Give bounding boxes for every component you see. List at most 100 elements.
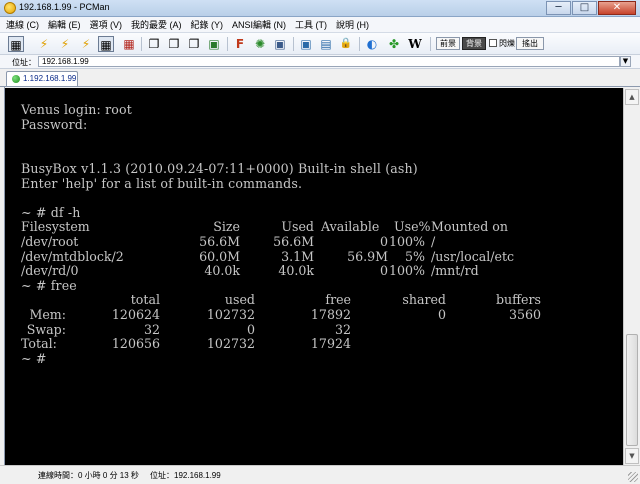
scroll-thumb[interactable]	[626, 334, 638, 446]
menu-tools[interactable]: 工具 (T)	[295, 18, 327, 31]
chevron-down-icon[interactable]: ▼	[620, 56, 631, 67]
free-cell: 102732	[206, 336, 255, 351]
maximize-button[interactable]: □	[572, 1, 597, 15]
menu-favorites[interactable]: 我的最愛 (A)	[131, 18, 182, 31]
df-cell: 0	[379, 234, 388, 249]
menu-bar: 連線 (C) 編輯 (E) 選項 (V) 我的最愛 (A) 紀錄 (Y) ANS…	[0, 17, 640, 33]
monitor-icon[interactable]: ▣	[298, 36, 314, 52]
minimize-button[interactable]: ─	[546, 1, 571, 15]
df-cell: /dev/rd/0	[21, 263, 79, 278]
gear-icon[interactable]: ✺	[252, 36, 268, 52]
lightning-icon[interactable]: ⚡	[57, 36, 73, 52]
terminal-line: BusyBox v1.1.3 (2010.09.24-07:11+0000) B…	[21, 161, 418, 176]
blink-checkbox[interactable]	[489, 39, 497, 47]
df-header-size: Size	[213, 219, 240, 234]
free-header-total: total	[130, 292, 160, 307]
free-cell: 17892	[310, 307, 351, 322]
tab-session[interactable]: 1.192.168.1.99	[6, 71, 78, 86]
terminal-prompt: ~ #	[21, 351, 47, 366]
menu-connection[interactable]: 連線 (C)	[6, 18, 39, 31]
free-cell: 120656	[111, 336, 160, 351]
paste-icon[interactable]: ❐	[166, 36, 182, 52]
blink-label: 閃爍	[499, 39, 515, 48]
free-cell: Total:	[21, 336, 57, 351]
df-cell: 40.0k	[204, 263, 240, 278]
connect-icon[interactable]: ▦	[8, 36, 24, 52]
df-cell: /dev/root	[21, 234, 79, 249]
cut-icon[interactable]: ▦	[121, 36, 137, 52]
df-header-mounted: Mounted on	[431, 219, 508, 234]
clover-icon[interactable]: ✤	[386, 36, 402, 52]
vertical-scrollbar[interactable]: ▲ ▼	[623, 88, 640, 465]
df-cell: 100%	[388, 234, 425, 249]
browser-icon[interactable]: ◐	[364, 36, 380, 52]
scroll-down-icon[interactable]: ▼	[625, 448, 639, 464]
terminal-line: Enter 'help' for a list of built-in comm…	[21, 176, 303, 191]
df-cell: 3.1M	[281, 249, 314, 264]
foreground-button[interactable]: 前景	[436, 37, 460, 50]
df-header-filesystem: Filesystem	[21, 219, 90, 234]
df-cell: 56.9M	[347, 249, 388, 264]
scroll-up-icon[interactable]: ▲	[625, 89, 639, 105]
paste-special-icon[interactable]: ❐	[186, 36, 202, 52]
free-header-free: free	[325, 292, 351, 307]
window-controls: ─ □ ✕	[545, 1, 636, 15]
font-icon[interactable]: F	[232, 36, 248, 52]
menu-edit[interactable]: 編輯 (E)	[48, 18, 81, 31]
image-icon[interactable]: ▣	[206, 36, 222, 52]
window-title: 192.168.1.99 - PCMan	[19, 2, 110, 12]
free-cell: Mem:	[29, 307, 66, 322]
close-button[interactable]: ✕	[598, 1, 636, 15]
copy-icon[interactable]: ❐	[146, 36, 162, 52]
df-cell: /usr/local/etc	[431, 249, 515, 264]
toolbar-separator	[293, 37, 294, 51]
keyboard-icon[interactable]: ▦	[98, 36, 114, 52]
status-bar: 連線時間：0 小時 0 分 13 秒 位址：192.168.1.99	[0, 465, 640, 484]
address-label: 位址：	[12, 58, 36, 67]
df-cell: /	[431, 234, 436, 249]
free-cell: 120624	[111, 307, 160, 322]
terminal-screen[interactable]: Venus login: root Password: BusyBox v1.1…	[5, 88, 623, 465]
exit-dropdown[interactable]: 搖出	[516, 37, 544, 50]
df-cell: 0	[379, 263, 388, 278]
app-window: 192.168.1.99 - PCMan ─ □ ✕ 連線 (C) 編輯 (E)…	[0, 0, 640, 484]
tab-bar: 1.192.168.1.99	[0, 69, 640, 87]
terminal-line: ~ # free	[21, 278, 77, 293]
toolbar: ▦ ⚡ ⚡ ⚡ ▦ ▦ ❐ ❐ ❐ ▣ F ✺ ▣ ▣ ▤ 🔒 ◐ ✤ W 前景…	[0, 33, 640, 55]
terminal-line: Venus login: root	[21, 102, 132, 117]
lightning-icon[interactable]: ⚡	[36, 36, 52, 52]
free-cell: 17924	[310, 336, 351, 351]
lightning-icon[interactable]: ⚡	[78, 36, 94, 52]
df-cell: /dev/mtdblock/2	[21, 249, 124, 264]
df-cell: /mnt/rd	[431, 263, 479, 278]
df-cell: 40.0k	[278, 263, 314, 278]
terminal-line: ~ # df -h	[21, 205, 81, 220]
menu-ansi-edit[interactable]: ANSI編輯 (N)	[232, 18, 286, 31]
app-icon[interactable]	[4, 2, 16, 14]
connected-status-icon	[12, 75, 20, 83]
toolbar-separator	[359, 37, 360, 51]
wiki-icon[interactable]: W	[407, 36, 423, 52]
df-header-available: Available	[321, 219, 380, 234]
menu-history[interactable]: 紀錄 (Y)	[191, 18, 224, 31]
free-header-shared: shared	[402, 292, 446, 307]
menu-options[interactable]: 選項 (V)	[90, 18, 123, 31]
title-bar[interactable]: 192.168.1.99 - PCMan ─ □ ✕	[0, 0, 640, 17]
free-cell: 32	[334, 322, 351, 337]
df-header-used: Used	[281, 219, 314, 234]
menu-help[interactable]: 說明 (H)	[336, 18, 369, 31]
df-cell: 100%	[388, 263, 425, 278]
df-header-use: Use%	[394, 219, 431, 234]
background-button[interactable]: 背景	[462, 37, 486, 50]
status-address: 位址：192.168.1.99	[150, 471, 221, 480]
lock-icon[interactable]: 🔒	[338, 36, 354, 52]
address-input[interactable]: 192.168.1.99	[38, 56, 620, 67]
df-cell: 5%	[405, 249, 425, 264]
free-cell: 102732	[206, 307, 255, 322]
df-cell: 60.0M	[199, 249, 240, 264]
toolbar-separator	[430, 37, 431, 51]
window-icon[interactable]: ▤	[318, 36, 334, 52]
address-bar: 位址： 192.168.1.99 ▼	[0, 55, 640, 69]
fullscreen-icon[interactable]: ▣	[272, 36, 288, 52]
resize-grip-icon[interactable]	[628, 472, 638, 482]
